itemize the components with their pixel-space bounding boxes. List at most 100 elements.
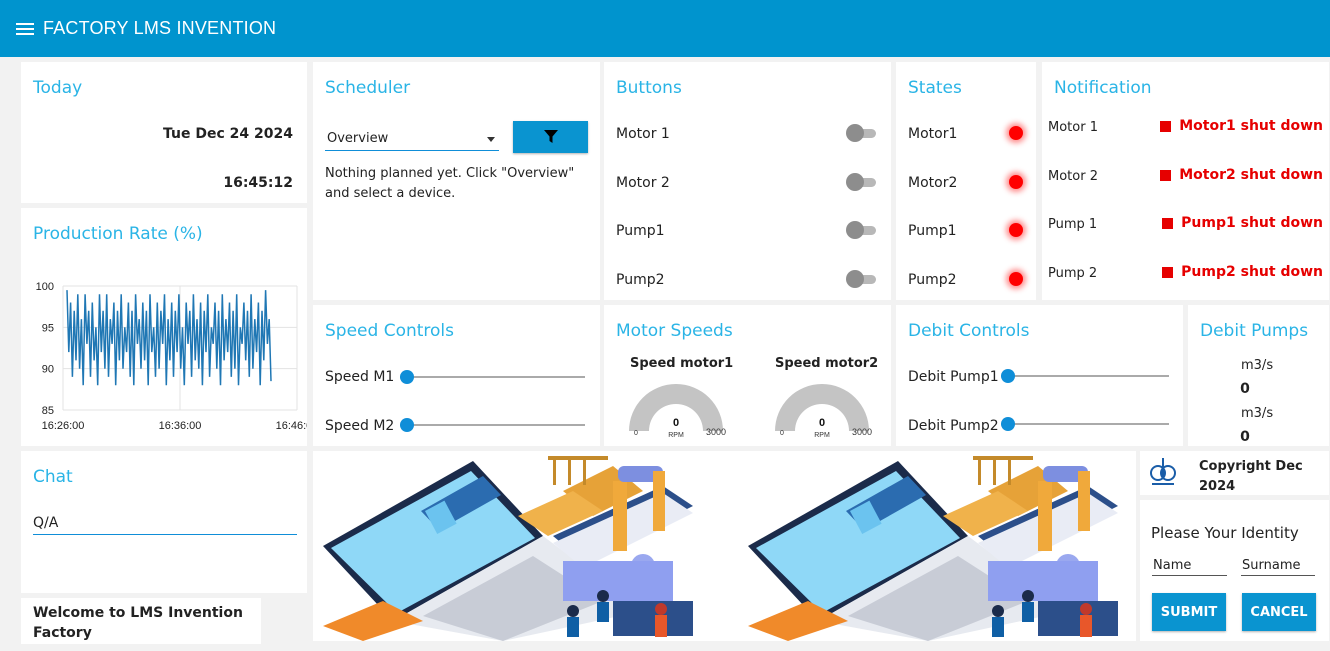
speed-motor1-gauge: 0 RPM 0 3000 bbox=[629, 384, 726, 439]
identity-form-card: Please Your Identity Name Surname SUBMIT… bbox=[1140, 500, 1329, 641]
app-header: FACTORY LMS INVENTION bbox=[0, 0, 1330, 57]
notification-device: Motor 1 bbox=[1048, 120, 1098, 135]
gauge1-title: Speed motor1 bbox=[630, 356, 734, 371]
today-time: 16:45:12 bbox=[223, 175, 293, 191]
notification-item: Motor1 shut down bbox=[1160, 118, 1323, 134]
motor2-toggle[interactable] bbox=[846, 173, 876, 191]
y-tick-label: 95 bbox=[42, 322, 54, 334]
name-label: Name bbox=[1153, 558, 1192, 573]
motor-speeds-card: Motor Speeds Speed motor1 0 RPM 0 3000 S… bbox=[604, 305, 891, 446]
filter-icon bbox=[543, 130, 558, 143]
y-tick-label: 100 bbox=[36, 281, 54, 293]
submit-button[interactable]: SUBMIT bbox=[1152, 593, 1226, 631]
speed-motor2-gauge: 0 RPM 0 3000 bbox=[775, 384, 872, 439]
speed-controls-card: Speed Controls Speed M1 Speed M2 bbox=[313, 305, 600, 446]
notification-item: Motor2 shut down bbox=[1160, 167, 1323, 183]
notification-item: Pump2 shut down bbox=[1162, 264, 1323, 280]
gauge1-value: 0 bbox=[673, 417, 679, 429]
surname-input[interactable]: Surname bbox=[1241, 556, 1315, 576]
speed-m1-slider[interactable] bbox=[400, 370, 585, 384]
debit-pump2-value: 0 bbox=[1240, 429, 1250, 445]
alert-square-icon bbox=[1162, 266, 1174, 278]
debit-pump2-slider[interactable] bbox=[1001, 417, 1169, 431]
gauge2-max: 3000 bbox=[852, 427, 872, 437]
factory-illustration-right bbox=[748, 456, 1118, 641]
hamburger-menu-icon[interactable] bbox=[16, 22, 34, 36]
copyright-text-card: Copyright Dec 2024 bbox=[1188, 451, 1329, 495]
production-rate-card: Production Rate (%) 85 90 95 100 16:26:00 16:… bbox=[21, 208, 307, 446]
gauge2-title: Speed motor2 bbox=[775, 356, 879, 371]
app-title: FACTORY LMS INVENTION bbox=[43, 18, 277, 38]
x-tick-label: 16:26:00 bbox=[42, 420, 85, 432]
name-input[interactable]: Name bbox=[1152, 556, 1227, 576]
button-label: Pump2 bbox=[616, 272, 665, 288]
alert-square-icon bbox=[1162, 217, 1174, 229]
state-label: Pump2 bbox=[908, 272, 957, 288]
state-label: Pump1 bbox=[908, 223, 957, 239]
notification-item: Pump1 shut down bbox=[1162, 215, 1323, 231]
welcome-card: Welcome to LMS Invention Factory bbox=[21, 598, 261, 644]
identity-title: Please Your Identity bbox=[1151, 524, 1299, 542]
notification-message: Pump1 shut down bbox=[1181, 215, 1323, 231]
copyright-text: Copyright Dec 2024 bbox=[1199, 459, 1303, 494]
pump1-toggle[interactable] bbox=[846, 221, 876, 239]
button-label: Pump1 bbox=[616, 223, 665, 239]
today-date: Tue Dec 24 2024 bbox=[163, 126, 293, 142]
motor1-status-led bbox=[1009, 126, 1023, 140]
notification-message: Motor2 shut down bbox=[1179, 167, 1323, 183]
alert-square-icon bbox=[1160, 120, 1172, 132]
x-tick-label: 16:36:00 bbox=[159, 420, 202, 432]
debit-pump1-label: Debit Pump1 bbox=[908, 369, 999, 385]
notification-title: Notification bbox=[1054, 78, 1152, 98]
notification-device: Motor 2 bbox=[1048, 169, 1098, 184]
chat-card: Chat Q/A bbox=[21, 451, 307, 593]
production-rate-chart: 85 90 95 100 16:26:00 16:36:00 16:46:00 bbox=[36, 281, 307, 432]
y-tick-label: 85 bbox=[42, 405, 54, 417]
chat-input[interactable]: Q/A bbox=[33, 515, 297, 535]
scheduler-title: Scheduler bbox=[325, 78, 411, 98]
copyright-card bbox=[1140, 451, 1188, 495]
debit-pump1-unit: m3/s bbox=[1241, 358, 1274, 373]
x-tick-label: 16:46:00 bbox=[276, 420, 307, 432]
filter-button[interactable] bbox=[513, 121, 588, 153]
debit-pumps-title: Debit Pumps bbox=[1200, 321, 1309, 341]
button-label: Motor 2 bbox=[616, 175, 670, 191]
notification-message: Motor1 shut down bbox=[1179, 118, 1323, 134]
device-select[interactable]: Overview bbox=[325, 129, 499, 151]
debit-pump1-slider[interactable] bbox=[1001, 369, 1169, 383]
chevron-down-icon bbox=[487, 137, 495, 142]
series-line bbox=[66, 290, 272, 386]
speed-m1-label: Speed M1 bbox=[325, 369, 395, 385]
surname-label: Surname bbox=[1242, 558, 1301, 573]
illustration-panel bbox=[313, 451, 1136, 641]
state-label: Motor1 bbox=[908, 126, 958, 142]
pump1-status-led bbox=[1009, 223, 1023, 237]
alert-square-icon bbox=[1160, 169, 1172, 181]
scheduler-message: Nothing planned yet. Click "Overview" an… bbox=[325, 166, 575, 201]
speed-m2-slider[interactable] bbox=[400, 418, 585, 432]
speed-controls-title: Speed Controls bbox=[325, 321, 455, 341]
notification-message: Pump2 shut down bbox=[1181, 264, 1323, 280]
gauge1-min: 0 bbox=[634, 430, 638, 437]
gauge1-unit: RPM bbox=[668, 432, 684, 439]
motor1-toggle[interactable] bbox=[846, 124, 876, 142]
state-label: Motor2 bbox=[908, 175, 958, 191]
debit-controls-title: Debit Controls bbox=[908, 321, 1030, 341]
welcome-text: Welcome to LMS Invention Factory bbox=[33, 605, 243, 641]
debit-pumps-card: Debit Pumps m3/s 0 m3/s 0 bbox=[1188, 305, 1329, 446]
gauge1-max: 3000 bbox=[706, 427, 726, 437]
pump2-toggle[interactable] bbox=[846, 270, 876, 288]
select-value: Overview bbox=[327, 131, 389, 146]
states-title: States bbox=[908, 78, 962, 98]
factory-illustration-left bbox=[323, 456, 693, 641]
company-logo-icon bbox=[1150, 458, 1176, 485]
notification-device: Pump 1 bbox=[1048, 217, 1098, 232]
cancel-button[interactable]: CANCEL bbox=[1242, 593, 1316, 631]
debit-controls-card: Debit Controls Debit Pump1 Debit Pump2 bbox=[896, 305, 1183, 446]
gauge2-min: 0 bbox=[780, 430, 784, 437]
scheduler-card: Scheduler Overview Nothing planned yet. … bbox=[313, 62, 600, 300]
button-label: Motor 1 bbox=[616, 126, 670, 142]
today-card: Today Tue Dec 24 2024 16:45:12 bbox=[21, 62, 307, 203]
debit-pump1-value: 0 bbox=[1240, 381, 1250, 397]
y-tick-label: 90 bbox=[42, 364, 54, 376]
